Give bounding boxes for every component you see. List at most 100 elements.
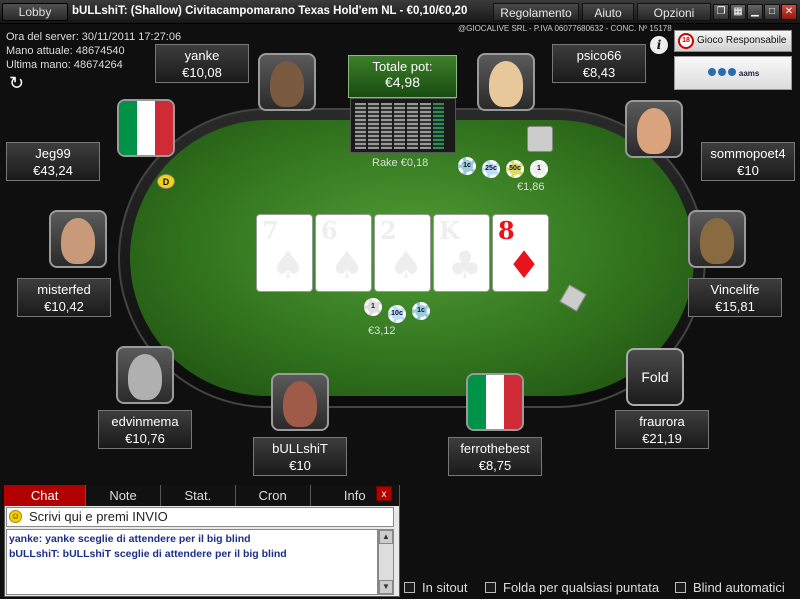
chip-icon: 1c (412, 302, 430, 320)
player-chips: €8,75 (478, 458, 512, 473)
player-name: Vincelife (710, 282, 760, 297)
restore-icon[interactable]: ❐ (713, 4, 729, 20)
player-name: edvinmema (111, 414, 179, 429)
option-sitout[interactable]: In sitout (404, 580, 468, 595)
card-rank: 2 (380, 216, 397, 245)
avatar-bullshit[interactable] (271, 373, 329, 431)
player-chips: €8,43 (582, 65, 616, 80)
avatar-misterfed[interactable] (49, 210, 107, 268)
chat-scrollbar[interactable]: ▲ ▼ (378, 529, 394, 595)
chat-tabs: Chat Note Stat. Cron Info (4, 485, 401, 506)
menu-aiuto[interactable]: Aiuto (582, 3, 634, 21)
chip-icon: 1 (364, 298, 382, 316)
avatar-edvinmema[interactable] (116, 346, 174, 404)
avatar-ferrothebest-flag[interactable] (466, 373, 524, 431)
chat-input[interactable]: Scrivi qui e premi INVIO (6, 507, 394, 527)
player-chips: €10,42 (44, 299, 84, 314)
table-title: bULLshiT: (Shallow) Civitacampomarano Te… (72, 5, 468, 17)
menu-regolamento[interactable]: Regolamento (493, 3, 579, 21)
seat-vincelife[interactable]: Vincelife €15,81 (688, 278, 782, 317)
chat-log: yanke: yanke sceglie di attendere per il… (6, 529, 378, 595)
smiley-icon[interactable]: ☺ (9, 510, 22, 523)
board-card-1: 7 ♠ (256, 214, 313, 292)
player-chips: €15,81 (715, 299, 755, 314)
dealer-chip-tray (350, 98, 456, 153)
scroll-down-icon[interactable]: ▼ (379, 580, 393, 594)
avatar-jeg99-flag[interactable] (117, 99, 175, 157)
seat-sommopoet4[interactable]: sommopoet4 €10 (701, 142, 795, 181)
fold-indicator: Fold (626, 348, 684, 406)
checkbox[interactable] (485, 582, 496, 593)
board-card-4: K ♣ (433, 214, 490, 292)
seat-misterfed[interactable]: misterfed €10,42 (17, 278, 111, 317)
chat-message: yanke: yanke sceglie di attendere per il… (9, 533, 251, 545)
club-icon: ♣ (448, 243, 483, 287)
player-name: ferrothebest (460, 441, 530, 456)
info-icon[interactable]: i (650, 36, 668, 54)
seat-ferrothebest[interactable]: ferrothebest €8,75 (448, 437, 542, 476)
chat-close-button[interactable]: x (376, 486, 392, 501)
option-auto-blinds[interactable]: Blind automatici (675, 580, 785, 595)
player-name: yanke (184, 48, 220, 63)
chip-icon: 1 (530, 160, 548, 178)
lobby-button[interactable]: Lobby (2, 3, 68, 21)
player-chips: €10,76 (125, 431, 165, 446)
card-rank: 8 (498, 216, 515, 245)
seat-jeg99[interactable]: Jeg99 €43,24 (6, 142, 100, 181)
player-name: Jeg99 (35, 146, 71, 161)
chip-icon: 1c (458, 157, 476, 175)
checkbox[interactable] (404, 582, 415, 593)
seat-bullshit[interactable]: bULLshiT €10 (253, 437, 347, 476)
card-back-icon (527, 126, 553, 152)
last-hand: Ultima mano: 48674264 (6, 59, 123, 71)
board-card-3: 2 ♠ (374, 214, 431, 292)
chat-message: bULLshiT: bULLshiT sceglie di attendere … (9, 548, 287, 560)
aams-text: aams (738, 69, 760, 78)
avatar-yanke[interactable] (258, 53, 316, 111)
scroll-up-icon[interactable]: ▲ (379, 530, 393, 544)
maximize-icon[interactable]: □ (764, 4, 780, 20)
menu-opzioni[interactable]: Opzioni (637, 3, 711, 21)
tab-cron[interactable]: Cron (236, 485, 311, 506)
player-chips: €43,24 (33, 163, 73, 178)
avatar-sommopoet4[interactable] (625, 100, 683, 158)
checkbox[interactable] (675, 582, 686, 593)
player-name: psico66 (576, 48, 622, 63)
server-time: Ora del server: 30/11/2011 17:27:06 (6, 31, 182, 43)
tab-stat[interactable]: Stat. (161, 485, 236, 506)
tab-note[interactable]: Note (86, 485, 161, 506)
seat-yanke[interactable]: yanke €10,08 (155, 44, 249, 83)
chip-icon: 25c (482, 160, 500, 178)
seat-psico66[interactable]: psico66 €8,43 (552, 44, 646, 83)
player-name: bULLshiT (272, 441, 328, 456)
pot-value: €4,98 (384, 74, 421, 90)
player-name: sommopoet4 (710, 146, 786, 161)
player-chips: €10,08 (182, 65, 222, 80)
board-card-2: 6 ♠ (315, 214, 372, 292)
player-name: misterfed (37, 282, 91, 297)
seat-edvinmema[interactable]: edvinmema €10,76 (98, 410, 192, 449)
refresh-icon[interactable]: ↻ (9, 73, 24, 94)
diamond-icon: ♦ (507, 243, 542, 287)
company-info: @GIOCALIVE SRL - P.IVA 06077680632 - CON… (458, 24, 672, 33)
pot-box: Totale pot: €4,98 (348, 55, 457, 98)
dealer-button-icon: D (157, 174, 175, 189)
card-rank: 7 (262, 216, 279, 245)
option-fold-any[interactable]: Folda per qualsiasi puntata (485, 580, 659, 595)
player-chips: €10 (289, 458, 311, 473)
current-hand: Mano attuale: 48674540 (6, 45, 125, 57)
pot-label: Totale pot: (372, 59, 433, 74)
close-icon[interactable]: ✕ (781, 4, 797, 20)
player-name: fraurora (639, 414, 685, 429)
tab-chat[interactable]: Chat (4, 485, 87, 506)
seat-fraurora[interactable]: fraurora €21,19 (615, 410, 709, 449)
avatar-vincelife[interactable] (688, 210, 746, 268)
bet-amount-right: €1,86 (517, 181, 545, 193)
player-chips: €10 (737, 163, 759, 178)
chip-icon: 50c (506, 160, 524, 178)
tile-icon[interactable]: ▦ (730, 4, 746, 20)
spade-icon: ♠ (330, 243, 365, 287)
avatar-psico66[interactable] (477, 53, 535, 111)
card-rank: 6 (321, 216, 338, 245)
minimize-icon[interactable]: ▁ (747, 4, 763, 20)
